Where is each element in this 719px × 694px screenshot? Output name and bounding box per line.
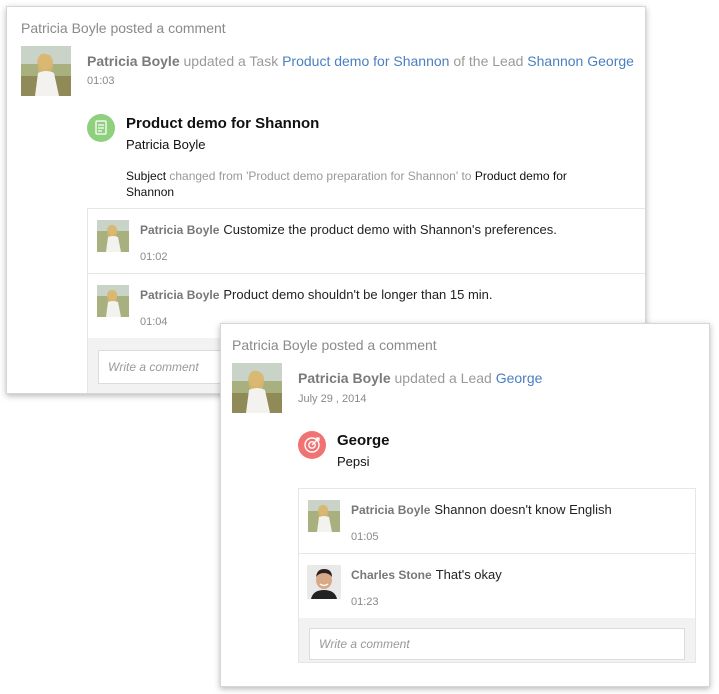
comment-author[interactable]: Patricia Boyle (140, 288, 219, 302)
comment-item: Patricia Boyle Shannon doesn't know Engli… (299, 489, 695, 554)
timestamp: 01:03 (87, 75, 115, 87)
comment-author[interactable]: Charles Stone (351, 568, 432, 582)
avatar (97, 285, 129, 317)
comment-text: Patricia Boyle Shannon doesn't know Engli… (351, 502, 612, 517)
comment-list: Patricia Boyle Shannon doesn't know Engli… (298, 488, 696, 619)
comment-time: 01:04 (140, 316, 168, 328)
comment-time: 01:05 (351, 531, 379, 543)
field-change: Subject changed from 'Product demo prepa… (126, 169, 567, 199)
record-company: Pepsi (337, 454, 370, 469)
avatar (307, 565, 341, 599)
card-header: Patricia Boyle posted a comment (21, 20, 226, 36)
avatar (232, 363, 282, 413)
record-title[interactable]: George (337, 432, 390, 449)
comment-text: Patricia Boyle Product demo shouldn't be … (140, 287, 493, 302)
lead-link[interactable]: George (496, 370, 543, 386)
activity-line: Patricia Boyle updated a Task Product de… (87, 53, 634, 69)
avatar (308, 500, 340, 532)
actor-name[interactable]: Patricia Boyle (298, 370, 391, 386)
avatar (97, 220, 129, 252)
comment-author[interactable]: Patricia Boyle (351, 503, 430, 517)
actor-name[interactable]: Patricia Boyle (87, 53, 180, 69)
lead-link[interactable]: Shannon George (527, 53, 634, 69)
comment-input[interactable]: Write a comment (309, 628, 685, 660)
comment-text: Patricia Boyle Customize the product demo… (140, 222, 557, 237)
card-header: Patricia Boyle posted a comment (232, 337, 437, 353)
comment-list: Patricia Boyle Customize the product demo… (87, 208, 645, 339)
record-title[interactable]: Product demo for Shannon (126, 115, 319, 132)
task-link[interactable]: Product demo for Shannon (282, 53, 449, 69)
comment-card-lead: Patricia Boyle posted a comment Patricia… (220, 323, 710, 687)
lead-target-icon (298, 431, 326, 459)
task-icon (87, 114, 115, 142)
comment-time: 01:23 (351, 596, 379, 608)
comment-text: Charles Stone That's okay (351, 567, 502, 582)
comment-author[interactable]: Patricia Boyle (140, 223, 219, 237)
comment-time: 01:02 (140, 251, 168, 263)
activity-line: Patricia Boyle updated a Lead George (298, 370, 543, 386)
avatar (21, 46, 71, 96)
comment-item: Charles Stone That's okay 01:23 (299, 554, 695, 619)
record-owner: Patricia Boyle (126, 137, 206, 152)
comment-item: Patricia Boyle Customize the product demo… (88, 209, 645, 274)
timestamp: July 29 , 2014 (298, 393, 367, 405)
comment-composer: Write a comment (298, 618, 696, 663)
